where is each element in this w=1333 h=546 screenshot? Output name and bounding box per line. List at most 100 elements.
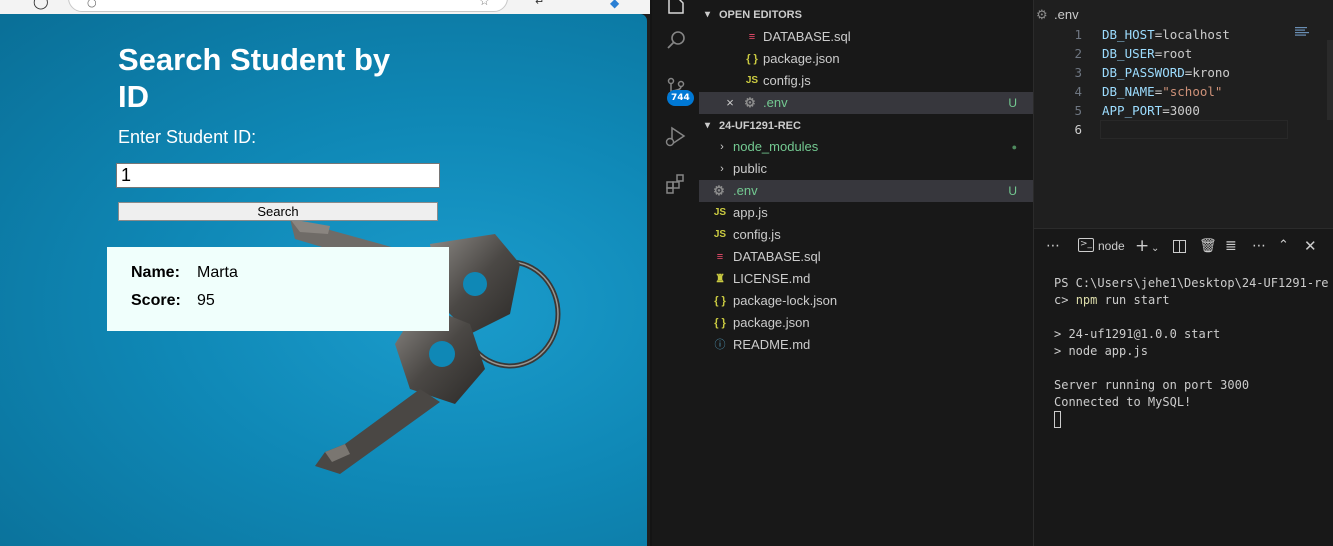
open-editor-item[interactable]: { } package.json: [699, 48, 1033, 70]
chevron-down-icon: ▾: [705, 120, 711, 131]
gear-icon: ⚙: [713, 183, 725, 198]
database-icon: ≡: [716, 251, 724, 263]
score-value: 95: [197, 292, 215, 309]
run-debug-icon[interactable]: [664, 124, 688, 148]
address-bar[interactable]: ○ ☆: [68, 0, 508, 12]
student-id-label: Enter Student ID:: [118, 127, 257, 147]
open-editor-item[interactable]: ≡ DATABASE.sql: [699, 26, 1033, 48]
site-info-icon[interactable]: ○: [87, 0, 97, 9]
more-actions-icon[interactable]: ⋯: [1046, 237, 1060, 255]
code-line[interactable]: DB_PASSWORD=krono: [1102, 65, 1230, 80]
terminal-icon: >_: [1078, 238, 1094, 252]
json-icon: { }: [714, 295, 726, 307]
modified-dot-icon: ●: [1011, 142, 1017, 152]
new-terminal-icon[interactable]: +: [1135, 237, 1149, 255]
terminal-tab-label[interactable]: node: [1098, 237, 1125, 255]
editor-breadcrumb[interactable]: ⚙ .env: [1034, 4, 1079, 26]
file-item-active[interactable]: ⚙ .env U: [699, 180, 1033, 202]
code-line[interactable]: DB_NAME="school": [1102, 84, 1222, 99]
project-header[interactable]: ▾ 24-UF1291-REC: [699, 115, 1033, 137]
explorer-icon[interactable]: [664, 0, 688, 20]
back-icon[interactable]: ◯: [33, 0, 49, 10]
extensions-icon[interactable]: [664, 172, 688, 196]
code-line[interactable]: APP_PORT=3000: [1102, 103, 1200, 118]
explorer-panel: ▾ OPEN EDITORS ≡ DATABASE.sql { } packag…: [699, 0, 1033, 546]
activity-bar: [652, 0, 699, 546]
untracked-status-badge: U: [1008, 96, 1017, 110]
file-item[interactable]: ⓘ README.md: [699, 334, 1033, 356]
breadcrumb-file-label: .env: [1054, 7, 1079, 22]
chevron-down-icon[interactable]: ⌄: [1151, 240, 1159, 258]
npm-command: npm: [1075, 293, 1098, 307]
folder-item[interactable]: › public: [699, 158, 1033, 180]
page-title: Search Student by ID: [118, 42, 391, 114]
json-icon: { }: [746, 53, 758, 65]
close-panel-icon[interactable]: ✕: [1304, 237, 1317, 255]
student-id-input[interactable]: [116, 163, 440, 188]
env-key: DB_HOST: [1102, 27, 1155, 42]
project-label: 24-UF1291-REC: [719, 120, 801, 132]
chevron-down-icon: ▾: [705, 9, 711, 20]
current-line-highlight: [1100, 120, 1288, 139]
info-icon: ⓘ: [714, 339, 726, 351]
env-value: 3000: [1169, 103, 1200, 118]
score-label: Score:: [131, 292, 181, 309]
open-editor-label: .env: [763, 95, 788, 110]
minimap[interactable]: [1295, 26, 1311, 38]
search-icon[interactable]: [664, 28, 688, 52]
file-label: package.json: [733, 315, 810, 330]
copilot-icon[interactable]: ◆: [610, 0, 619, 10]
web-page-content: Search Student by ID Enter Student ID: S…: [0, 14, 647, 546]
trash-icon[interactable]: 🗑: [1199, 237, 1217, 255]
code-line[interactable]: DB_HOST=localhost: [1102, 27, 1230, 42]
clear-terminal-icon[interactable]: ≣: [1225, 237, 1237, 255]
terminal-line: Connected to MySQL!: [1054, 395, 1192, 409]
close-icon[interactable]: ×: [723, 92, 737, 114]
result-name-row: Name: Marta: [131, 264, 238, 282]
file-label: README.md: [733, 337, 811, 352]
file-item[interactable]: JS app.js: [699, 202, 1033, 224]
search-button[interactable]: Search: [118, 202, 438, 221]
chevron-right-icon: ›: [720, 163, 724, 175]
terminal-toolbar: ⋯ >_ node + ⌄ 🗑 ≣ ⋯ ⌃ ✕: [1034, 229, 1333, 263]
file-label: config.js: [733, 227, 781, 242]
folder-item[interactable]: › node_modules ●: [699, 136, 1033, 158]
maximize-panel-icon[interactable]: ⌃: [1278, 237, 1289, 255]
file-item[interactable]: { } package.json: [699, 312, 1033, 334]
env-key: DB_USER: [1102, 46, 1155, 61]
database-icon: ≡: [748, 31, 756, 43]
file-item[interactable]: JS config.js: [699, 224, 1033, 246]
terminal-line: Server running on port 3000: [1054, 378, 1250, 392]
terminal-line: PS C:\Users\jehe1\Desktop\24-UF1291-re: [1054, 276, 1329, 290]
line-number: 2: [1074, 46, 1082, 61]
file-item[interactable]: { } package-lock.json: [699, 290, 1033, 312]
untracked-status-badge: U: [1008, 184, 1017, 198]
open-editor-item[interactable]: JS config.js: [699, 70, 1033, 92]
result-score-row: Score: 95: [131, 292, 215, 310]
open-editor-label: package.json: [763, 51, 840, 66]
license-icon: ♜: [715, 273, 725, 285]
env-value: krono: [1192, 65, 1230, 80]
terminal-line: > node app.js: [1054, 344, 1148, 358]
split-terminal-icon[interactable]: [1173, 240, 1186, 253]
more-actions-icon[interactable]: ⋯: [1252, 237, 1266, 255]
code-line[interactable]: DB_USER=root: [1102, 46, 1192, 61]
file-label: LICENSE.md: [733, 271, 811, 286]
file-item[interactable]: ♜ LICENSE.md: [699, 268, 1033, 290]
line-number: 1: [1074, 27, 1082, 42]
editor-scrollbar[interactable]: [1327, 40, 1333, 120]
file-item[interactable]: ≡ DATABASE.sql: [699, 246, 1033, 268]
gear-icon: ⚙: [1036, 7, 1048, 22]
line-number: 3: [1074, 65, 1082, 80]
open-editor-label: config.js: [763, 73, 811, 88]
terminal[interactable]: PS C:\Users\jehe1\Desktop\24-UF1291-re c…: [1034, 263, 1333, 546]
extensions-icon[interactable]: ↵: [535, 0, 544, 8]
terminal-cursor: [1054, 411, 1061, 428]
env-value: localhost: [1162, 27, 1230, 42]
open-editor-item-active[interactable]: × ⚙ .env U: [699, 92, 1033, 114]
folder-label: public: [733, 161, 767, 176]
js-icon: JS: [713, 229, 727, 240]
open-editors-header[interactable]: ▾ OPEN EDITORS: [699, 4, 1033, 26]
favorite-star-icon[interactable]: ☆: [479, 0, 490, 8]
file-label: package-lock.json: [733, 293, 838, 308]
